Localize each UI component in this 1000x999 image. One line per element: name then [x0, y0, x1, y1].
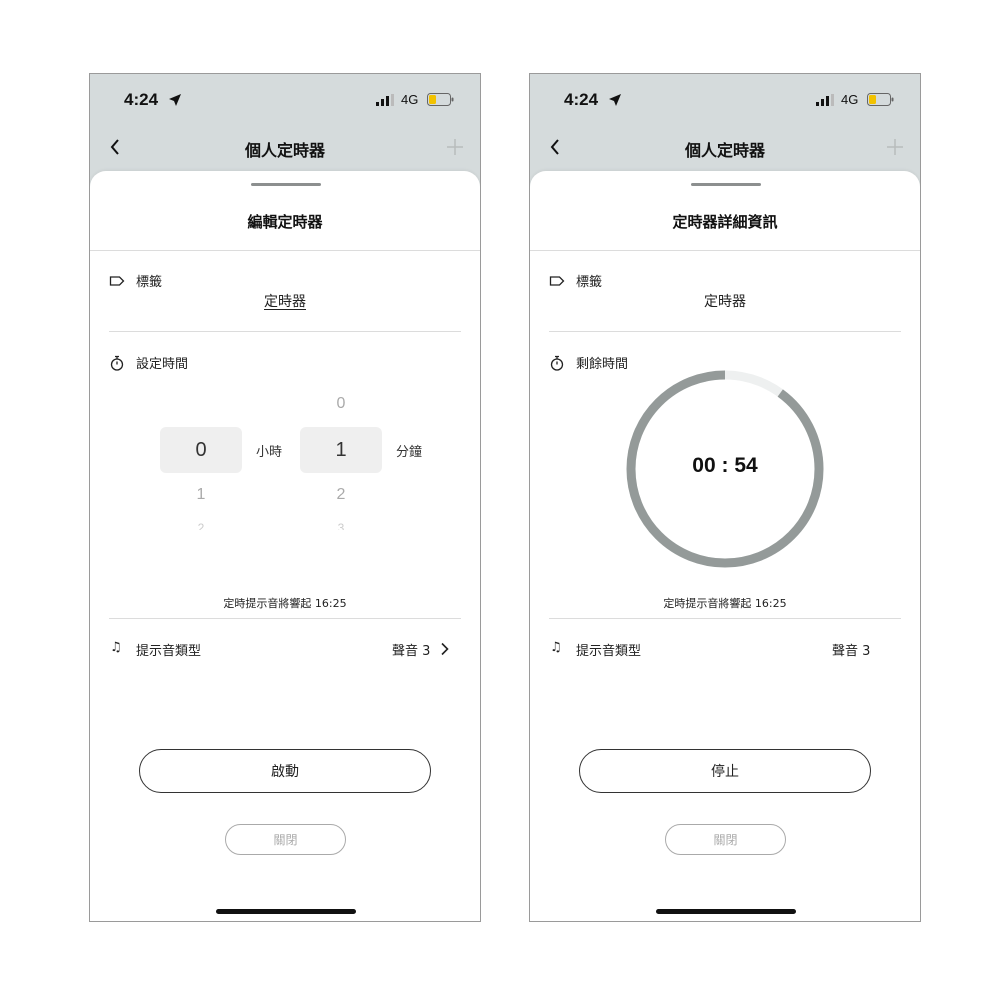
- label-value[interactable]: 定時器: [90, 291, 480, 311]
- edit-timer-screen: 4:24 4G 個人定時器 編輯定時器 標籤 定時器 設定時間 0 1 2 小時…: [89, 73, 481, 922]
- set-time-label: 設定時間: [136, 357, 189, 372]
- battery-icon: [867, 93, 894, 106]
- divider: [549, 618, 901, 619]
- divider: [549, 331, 901, 332]
- remaining-time-label: 剩餘時間: [576, 357, 629, 372]
- close-button[interactable]: 關閉: [225, 824, 346, 855]
- status-time: 4:24: [564, 90, 599, 109]
- tag-icon: [549, 276, 565, 286]
- network-type: 4G: [401, 92, 419, 107]
- tag-icon: [109, 276, 125, 286]
- label-row-label: 標籤: [136, 275, 163, 290]
- location-arrow-icon: [609, 94, 621, 106]
- status-bar: 4:24 4G: [530, 74, 920, 129]
- sound-type-label: 提示音類型: [136, 644, 202, 659]
- minutes-picker-selected[interactable]: 1: [300, 427, 382, 473]
- home-indicator: [656, 909, 796, 914]
- nav-title: 個人定時器: [244, 141, 325, 160]
- location-arrow-icon: [169, 94, 181, 106]
- minutes-picker-prev[interactable]: 0: [300, 395, 382, 413]
- sheet-title: 編輯定時器: [247, 213, 323, 231]
- network-type: 4G: [841, 92, 859, 107]
- hours-picker-after[interactable]: 2: [160, 521, 242, 530]
- divider: [109, 618, 461, 619]
- label-row-label: 標籤: [576, 275, 603, 290]
- nav-bar: 個人定時器: [530, 129, 920, 167]
- minutes-picker-next[interactable]: 2: [300, 486, 382, 504]
- alarm-time-note: 定時提示音將響起 16:25: [663, 597, 787, 610]
- minutes-unit: 分鐘: [396, 445, 423, 460]
- sheet-title: 定時器詳細資訊: [672, 213, 778, 231]
- timer-details-screen: 4:24 4G 個人定時器 定時器詳細資訊 標籤 定時器 剩餘時間 00: 5…: [529, 73, 921, 922]
- bottom-sheet: 定時器詳細資訊 標籤 定時器 剩餘時間 00 : 54 定時提示音將響起 16:…: [530, 171, 920, 921]
- start-button[interactable]: 啟動: [139, 749, 431, 793]
- minutes-picker-after[interactable]: 3: [300, 521, 382, 530]
- add-icon[interactable]: [446, 138, 464, 156]
- music-note-icon: ♫: [550, 640, 562, 655]
- sheet-grabber[interactable]: [251, 183, 321, 186]
- hours-unit: 小時: [256, 445, 283, 460]
- nav-bar: 個人定時器: [90, 129, 480, 167]
- countdown-display: 00 : 54: [692, 454, 758, 477]
- sound-type-value: 聲音 3: [392, 644, 431, 659]
- label-value: 定時器: [704, 294, 746, 310]
- sound-type-label: 提示音類型: [576, 644, 642, 659]
- status-time: 4:24: [124, 90, 159, 109]
- sheet-grabber[interactable]: [691, 183, 761, 186]
- hours-picker-next[interactable]: 1: [160, 486, 242, 504]
- music-note-icon: ♫: [110, 640, 122, 655]
- stop-button[interactable]: 停止: [579, 749, 871, 793]
- sound-type-value: 聲音 3: [832, 644, 871, 659]
- alarm-time-note: 定時提示音將響起 16:25: [223, 597, 347, 610]
- divider: [109, 331, 461, 332]
- divider: [90, 250, 480, 251]
- add-icon[interactable]: [886, 138, 904, 156]
- battery-icon: [427, 93, 454, 106]
- hours-picker-selected[interactable]: 0: [160, 427, 242, 473]
- status-bar: 4:24 4G: [90, 74, 480, 129]
- stopwatch-icon: [550, 355, 564, 371]
- bottom-sheet: 編輯定時器 標籤 定時器 設定時間 0 1 2 小時 0 1 2 3 分鐘 定時…: [90, 171, 480, 921]
- nav-title: 個人定時器: [684, 141, 765, 160]
- home-indicator: [216, 909, 356, 914]
- signal-icon: [376, 94, 394, 106]
- signal-icon: [816, 94, 834, 106]
- divider: [530, 250, 920, 251]
- chevron-right-icon: [441, 642, 449, 656]
- stopwatch-icon: [110, 355, 124, 371]
- close-button[interactable]: 關閉: [665, 824, 786, 855]
